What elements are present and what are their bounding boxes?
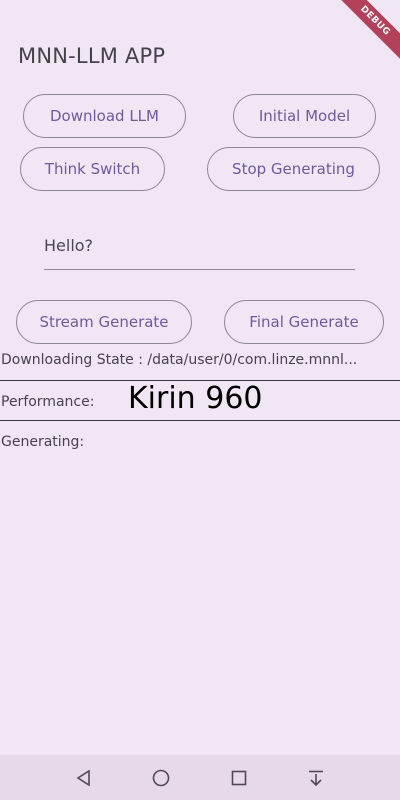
stop-generating-button[interactable]: Stop Generating — [207, 147, 380, 191]
down-arrow-icon — [309, 770, 324, 786]
home-icon — [152, 769, 170, 786]
download-llm-button[interactable]: Download LLM — [23, 94, 186, 138]
performance-label: Performance: — [1, 394, 95, 410]
back-button[interactable] — [64, 758, 104, 798]
home-button[interactable] — [141, 758, 181, 798]
prompt-input[interactable]: Hello? — [44, 224, 355, 270]
think-switch-button[interactable]: Think Switch — [20, 147, 165, 191]
debug-ribbon: DEBUG — [329, 0, 400, 67]
prompt-input-value: Hello? — [44, 236, 94, 255]
stream-generate-button[interactable]: Stream Generate — [16, 300, 192, 344]
recents-icon — [231, 770, 247, 785]
notification-pull-button[interactable] — [296, 758, 336, 798]
divider-bottom — [0, 420, 400, 421]
downloading-state-text: Downloading State : /data/user/0/com.lin… — [1, 352, 358, 368]
generating-label: Generating: — [1, 434, 85, 450]
back-icon — [76, 769, 90, 786]
initial-model-button[interactable]: Initial Model — [233, 94, 376, 138]
app-title: MNN-LLM APP — [18, 44, 166, 68]
system-nav-bar — [0, 755, 400, 800]
final-generate-button[interactable]: Final Generate — [224, 300, 384, 344]
recents-button[interactable] — [219, 758, 259, 798]
device-overlay-label: Kirin 960 — [128, 381, 263, 416]
